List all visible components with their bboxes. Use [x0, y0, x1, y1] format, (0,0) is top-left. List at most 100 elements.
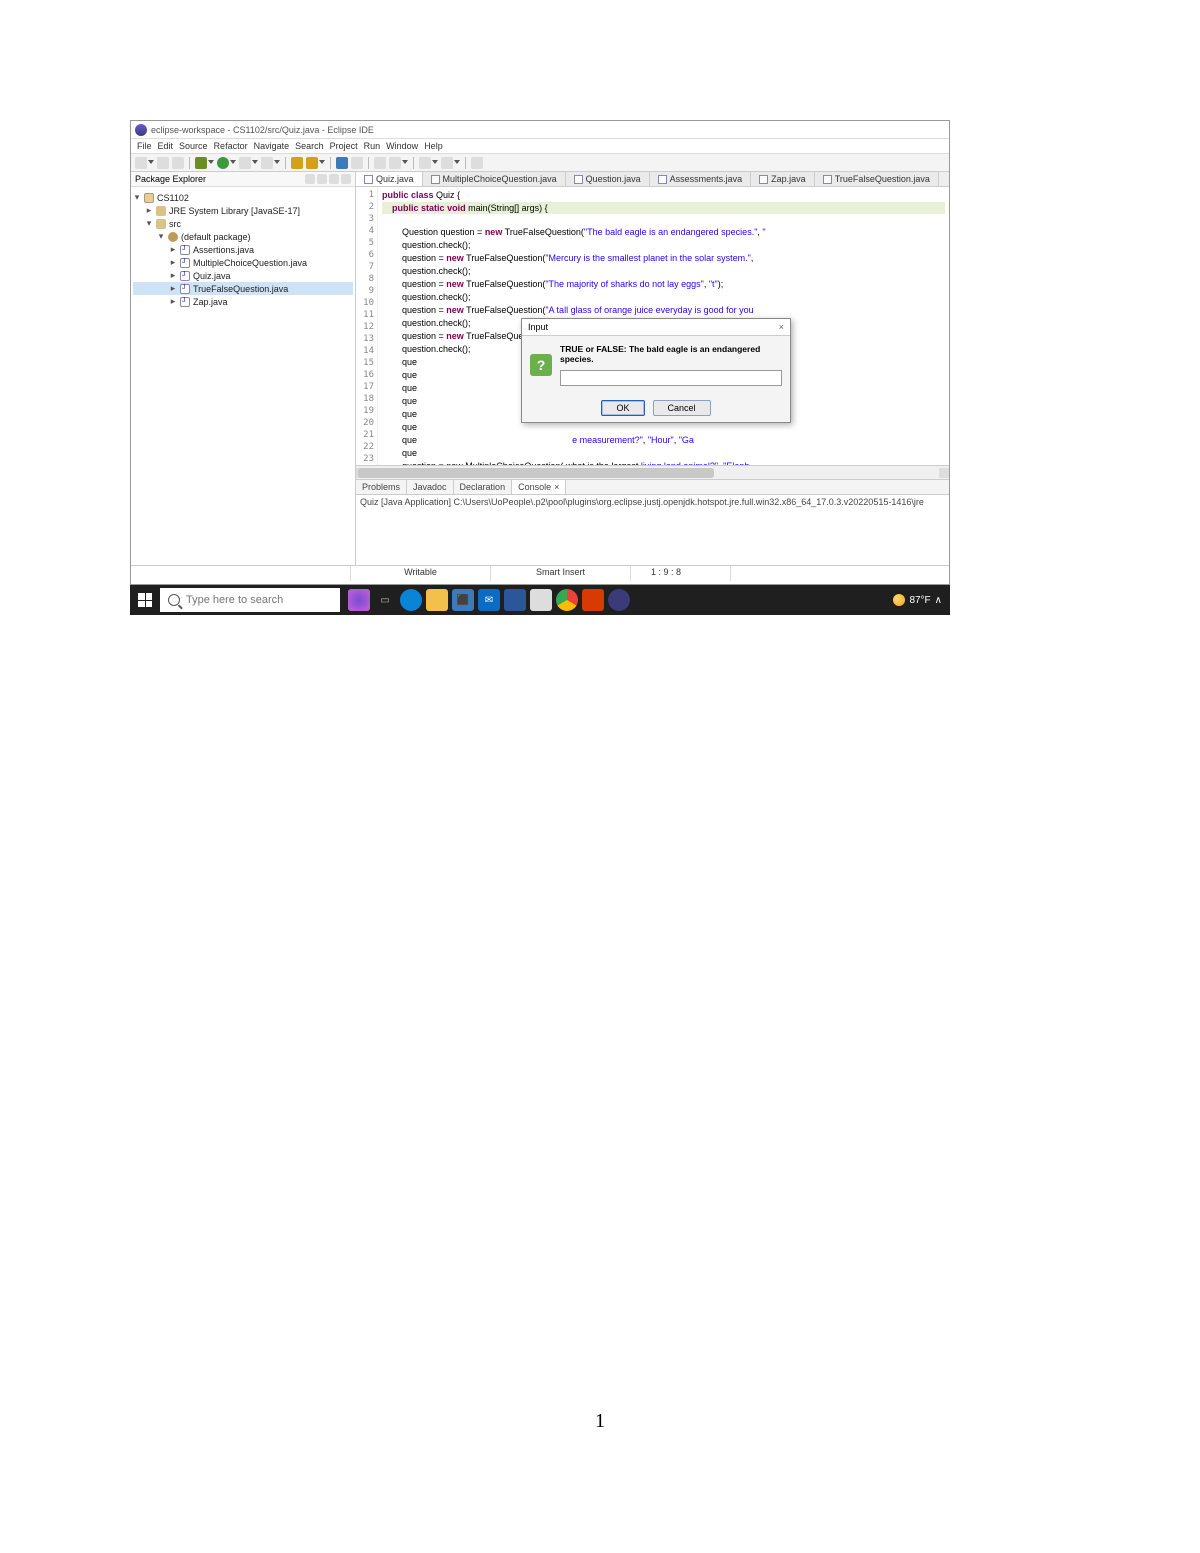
tray-chevron-icon[interactable]: ∧: [935, 595, 942, 606]
taskbar-app-store[interactable]: ⬛: [452, 589, 474, 611]
save-icon[interactable]: [157, 157, 169, 169]
scroll-thumb[interactable]: [358, 468, 714, 478]
ok-button[interactable]: OK: [601, 400, 644, 416]
question-icon: ?: [530, 354, 552, 376]
package-explorer: Package Explorer ▾CS1102 ▸JRE System Lib…: [131, 172, 356, 565]
new-icon[interactable]: [135, 157, 147, 169]
tab-declaration[interactable]: Declaration: [454, 480, 513, 494]
default-package-node[interactable]: (default package): [181, 232, 251, 242]
search-icon[interactable]: [351, 157, 363, 169]
new-package-icon[interactable]: [291, 157, 303, 169]
coverage-icon[interactable]: [239, 157, 251, 169]
menu-window[interactable]: Window: [386, 141, 418, 151]
start-button[interactable]: [130, 593, 160, 607]
weather-temp[interactable]: 87°F: [909, 595, 930, 606]
taskbar-app-mail[interactable]: ✉: [478, 589, 500, 611]
menu-edit[interactable]: Edit: [158, 141, 174, 151]
editor-tab[interactable]: Quiz.java: [356, 172, 423, 186]
dropdown-icon[interactable]: [252, 160, 258, 166]
jre-node[interactable]: JRE System Library [JavaSE-17]: [169, 206, 300, 216]
java-file-icon: [180, 258, 190, 268]
editor-tab[interactable]: TrueFalseQuestion.java: [815, 172, 939, 186]
collapse-all-icon[interactable]: [317, 174, 327, 184]
dialog-input[interactable]: [560, 370, 782, 386]
library-icon: [156, 206, 166, 216]
menu-run[interactable]: Run: [364, 141, 381, 151]
console-view[interactable]: Quiz [Java Application] C:\Users\UoPeopl…: [356, 495, 949, 565]
weather-icon: [893, 594, 905, 606]
editor-tab[interactable]: Question.java: [566, 172, 650, 186]
back-icon[interactable]: [419, 157, 431, 169]
link-with-editor-icon[interactable]: [305, 174, 315, 184]
file-node[interactable]: MultipleChoiceQuestion.java: [193, 258, 307, 268]
java-file-icon: [658, 175, 667, 184]
toggle-mark-icon[interactable]: [374, 157, 386, 169]
source-folder-icon: [156, 219, 166, 229]
dropdown-icon[interactable]: [208, 160, 214, 166]
editor-tab[interactable]: Assessments.java: [650, 172, 752, 186]
menu-project[interactable]: Project: [330, 141, 358, 151]
editor-tabs: Quiz.javaMultipleChoiceQuestion.javaQues…: [356, 172, 949, 187]
menu-help[interactable]: Help: [424, 141, 443, 151]
taskview-icon[interactable]: ▭: [374, 589, 396, 611]
dropdown-icon[interactable]: [402, 160, 408, 166]
java-file-icon: [759, 175, 768, 184]
eclipse-window: eclipse-workspace - CS1102/src/Quiz.java…: [130, 120, 950, 585]
tab-javadoc[interactable]: Javadoc: [407, 480, 454, 494]
debug-icon[interactable]: [195, 157, 207, 169]
title-bar: eclipse-workspace - CS1102/src/Quiz.java…: [131, 121, 949, 139]
taskbar-app-chrome[interactable]: [556, 589, 578, 611]
cortana-icon[interactable]: [348, 589, 370, 611]
view-menu-icon[interactable]: [329, 174, 339, 184]
page-number: 1: [595, 1410, 605, 1433]
ext-tools-icon[interactable]: [261, 157, 273, 169]
editor-tab[interactable]: Zap.java: [751, 172, 815, 186]
search-icon: [168, 594, 180, 606]
tool-bar: [131, 154, 949, 172]
scroll-right-icon[interactable]: [939, 468, 949, 478]
save-all-icon[interactable]: [172, 157, 184, 169]
menu-refactor[interactable]: Refactor: [214, 141, 248, 151]
menu-search[interactable]: Search: [295, 141, 324, 151]
java-file-icon: [823, 175, 832, 184]
run-icon[interactable]: [217, 157, 229, 169]
taskbar-app-office[interactable]: [582, 589, 604, 611]
dropdown-icon[interactable]: [432, 160, 438, 166]
file-node-selected[interactable]: TrueFalseQuestion.java: [193, 284, 288, 294]
dropdown-icon[interactable]: [148, 160, 154, 166]
taskbar-app-eclipse[interactable]: [608, 589, 630, 611]
file-node[interactable]: Quiz.java: [193, 271, 231, 281]
new-class-icon[interactable]: [306, 157, 318, 169]
bottom-panel-tabs: Problems Javadoc Declaration Console ×: [356, 479, 949, 495]
java-file-icon: [180, 245, 190, 255]
taskbar-app-notes[interactable]: [530, 589, 552, 611]
src-node[interactable]: src: [169, 219, 181, 229]
next-annotation-icon[interactable]: [389, 157, 401, 169]
taskbar-app-word[interactable]: [504, 589, 526, 611]
project-node[interactable]: CS1102: [157, 193, 189, 203]
menu-navigate[interactable]: Navigate: [254, 141, 290, 151]
dropdown-icon[interactable]: [454, 160, 460, 166]
menu-source[interactable]: Source: [179, 141, 208, 151]
horizontal-scrollbar[interactable]: [356, 465, 949, 479]
taskbar-app-explorer[interactable]: [426, 589, 448, 611]
menu-file[interactable]: File: [137, 141, 152, 151]
file-node[interactable]: Zap.java: [193, 297, 228, 307]
project-tree[interactable]: ▾CS1102 ▸JRE System Library [JavaSE-17] …: [131, 187, 355, 312]
tab-console[interactable]: Console ×: [512, 480, 566, 494]
minimize-icon[interactable]: [341, 174, 351, 184]
taskbar-app-edge[interactable]: [400, 589, 422, 611]
pin-icon[interactable]: [471, 157, 483, 169]
taskbar-search[interactable]: Type here to search: [160, 588, 340, 612]
dropdown-icon[interactable]: [274, 160, 280, 166]
file-node[interactable]: Assertions.java: [193, 245, 254, 255]
tab-problems[interactable]: Problems: [356, 480, 407, 494]
dropdown-icon[interactable]: [230, 160, 236, 166]
java-file-icon: [180, 284, 190, 294]
open-type-icon[interactable]: [336, 157, 348, 169]
dialog-close-icon[interactable]: ×: [779, 322, 784, 332]
cancel-button[interactable]: Cancel: [653, 400, 711, 416]
forward-icon[interactable]: [441, 157, 453, 169]
dropdown-icon[interactable]: [319, 160, 325, 166]
editor-tab[interactable]: MultipleChoiceQuestion.java: [423, 172, 566, 186]
